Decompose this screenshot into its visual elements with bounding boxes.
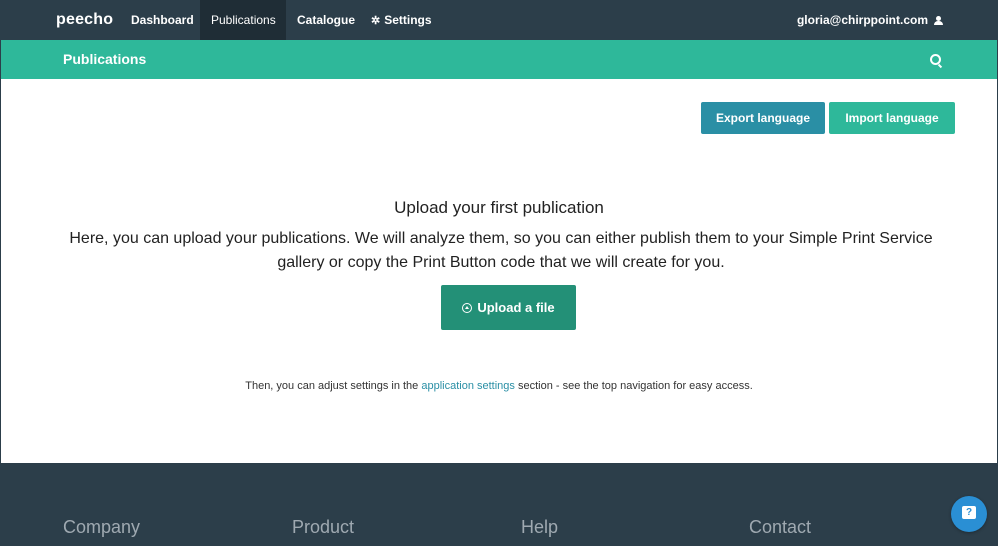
user-email: gloria@chirppoint.com <box>796 13 928 27</box>
footer-heading-product: Product <box>292 517 355 537</box>
footer-heading-help: Help <box>521 517 559 537</box>
nav-settings[interactable]: ✲ Settings <box>360 0 443 40</box>
section-bar: Publications <box>1 40 997 79</box>
settings-note: Then, you can adjust settings in the app… <box>1 380 997 392</box>
brand-logo[interactable]: peecho <box>56 11 113 29</box>
nav-settings-label: Settings <box>384 13 432 27</box>
nav-publications[interactable]: Publications <box>200 0 286 40</box>
gear-icon: ✲ <box>371 15 381 27</box>
upload-icon <box>462 303 473 313</box>
user-menu[interactable]: gloria@chirppoint.com <box>797 0 943 40</box>
export-language-file-button[interactable]: Export language file <box>701 102 825 157</box>
footer <box>1 463 997 546</box>
top-navigation: peecho Dashboard Publications Catalogue … <box>1 0 997 40</box>
upload-file-label: Upload a file <box>477 300 555 315</box>
help-icon: ? <box>962 506 976 519</box>
user-icon <box>934 16 943 25</box>
footer-heading-contact: Contact <box>749 517 812 537</box>
search-icon[interactable] <box>930 54 941 65</box>
note-suffix: section - see the top navigation for eas… <box>514 380 753 392</box>
nav-dashboard[interactable]: Dashboard <box>120 0 205 40</box>
import-language-file-button[interactable]: Import language file <box>829 102 955 157</box>
application-settings-link[interactable]: application settings <box>421 380 515 392</box>
help-chat-button[interactable]: ? <box>951 496 987 532</box>
upload-file-button[interactable]: Upload a file <box>441 285 576 330</box>
footer-heading-company: Company <box>63 517 141 537</box>
page-headline: Upload your first publication <box>394 198 604 217</box>
page-description: Here, you can upload your publications. … <box>69 230 933 271</box>
note-prefix: Then, you can adjust settings in the <box>245 380 422 392</box>
section-title: Publications <box>63 51 147 67</box>
nav-catalogue[interactable]: Catalogue <box>286 0 366 40</box>
